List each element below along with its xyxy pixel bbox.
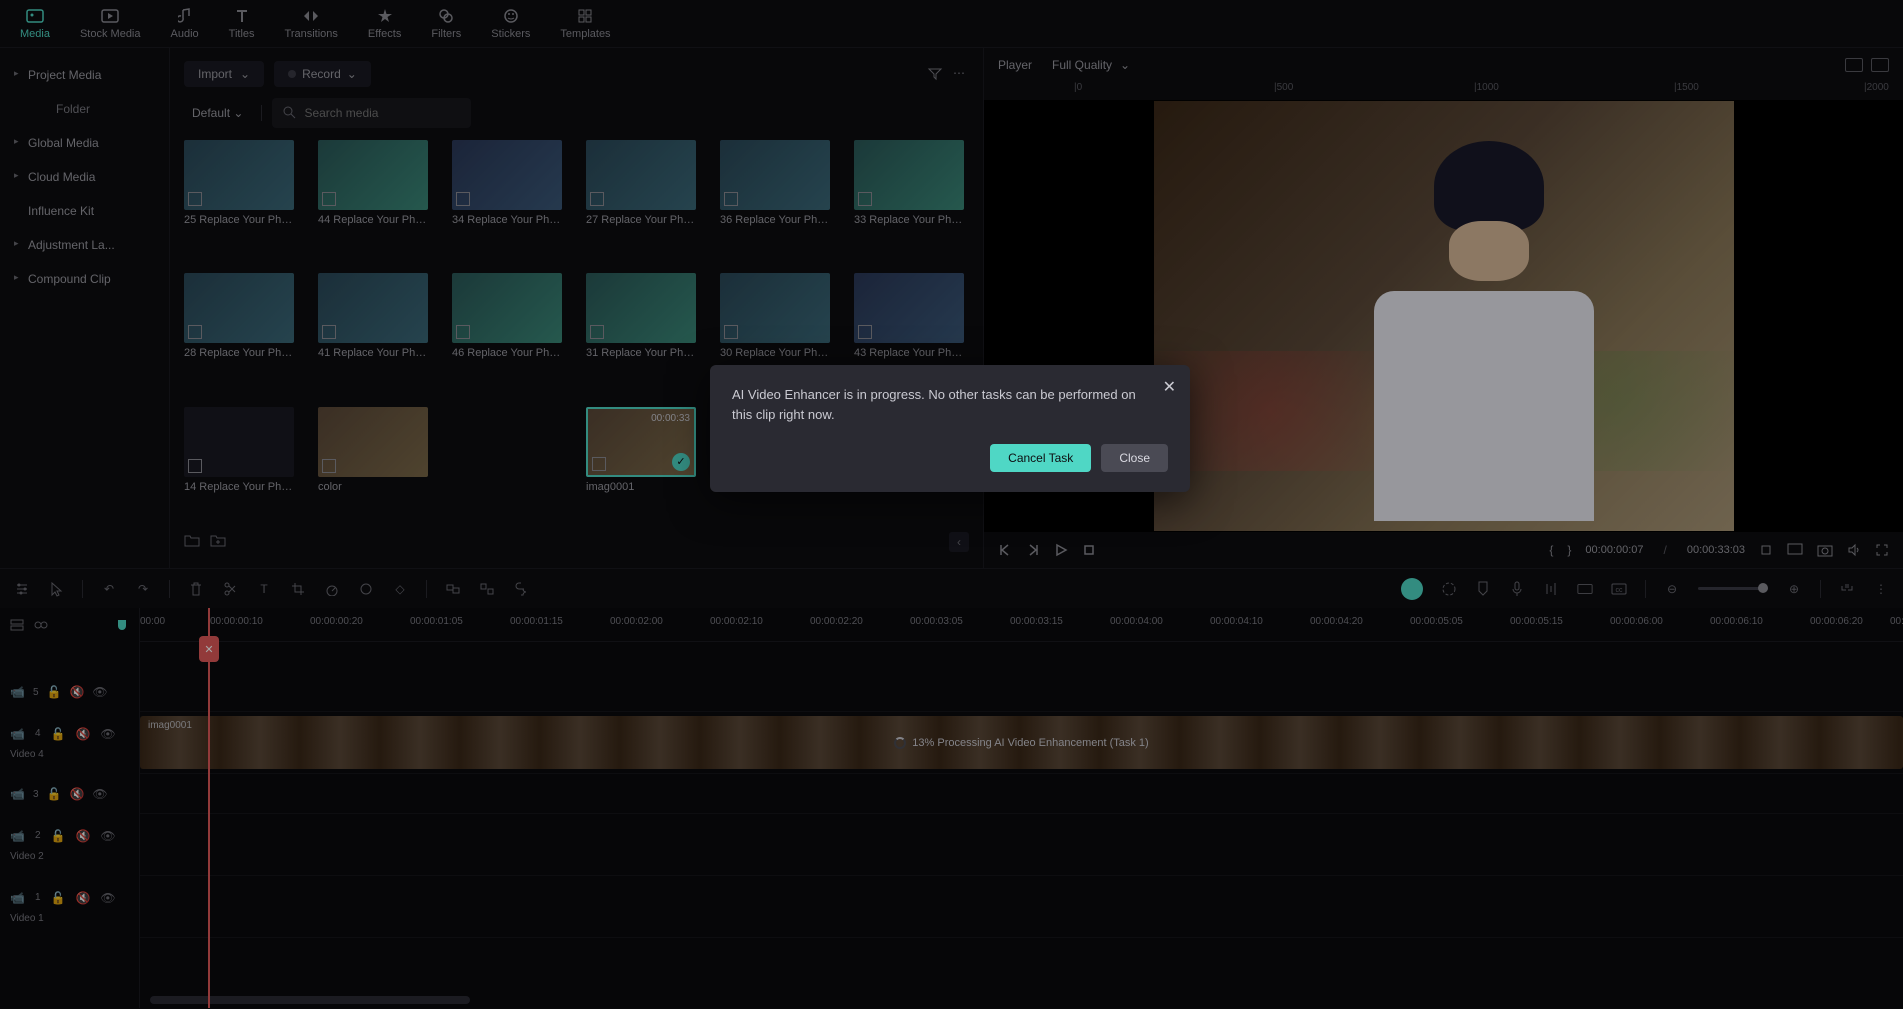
cancel-task-button[interactable]: Cancel Task xyxy=(990,444,1091,472)
modal-message: AI Video Enhancer is in progress. No oth… xyxy=(732,385,1168,424)
close-button[interactable]: Close xyxy=(1101,444,1168,472)
modal-backdrop xyxy=(0,0,1903,1009)
ai-enhancer-modal: ✕ AI Video Enhancer is in progress. No o… xyxy=(710,365,1190,492)
close-icon[interactable]: ✕ xyxy=(1163,377,1176,397)
